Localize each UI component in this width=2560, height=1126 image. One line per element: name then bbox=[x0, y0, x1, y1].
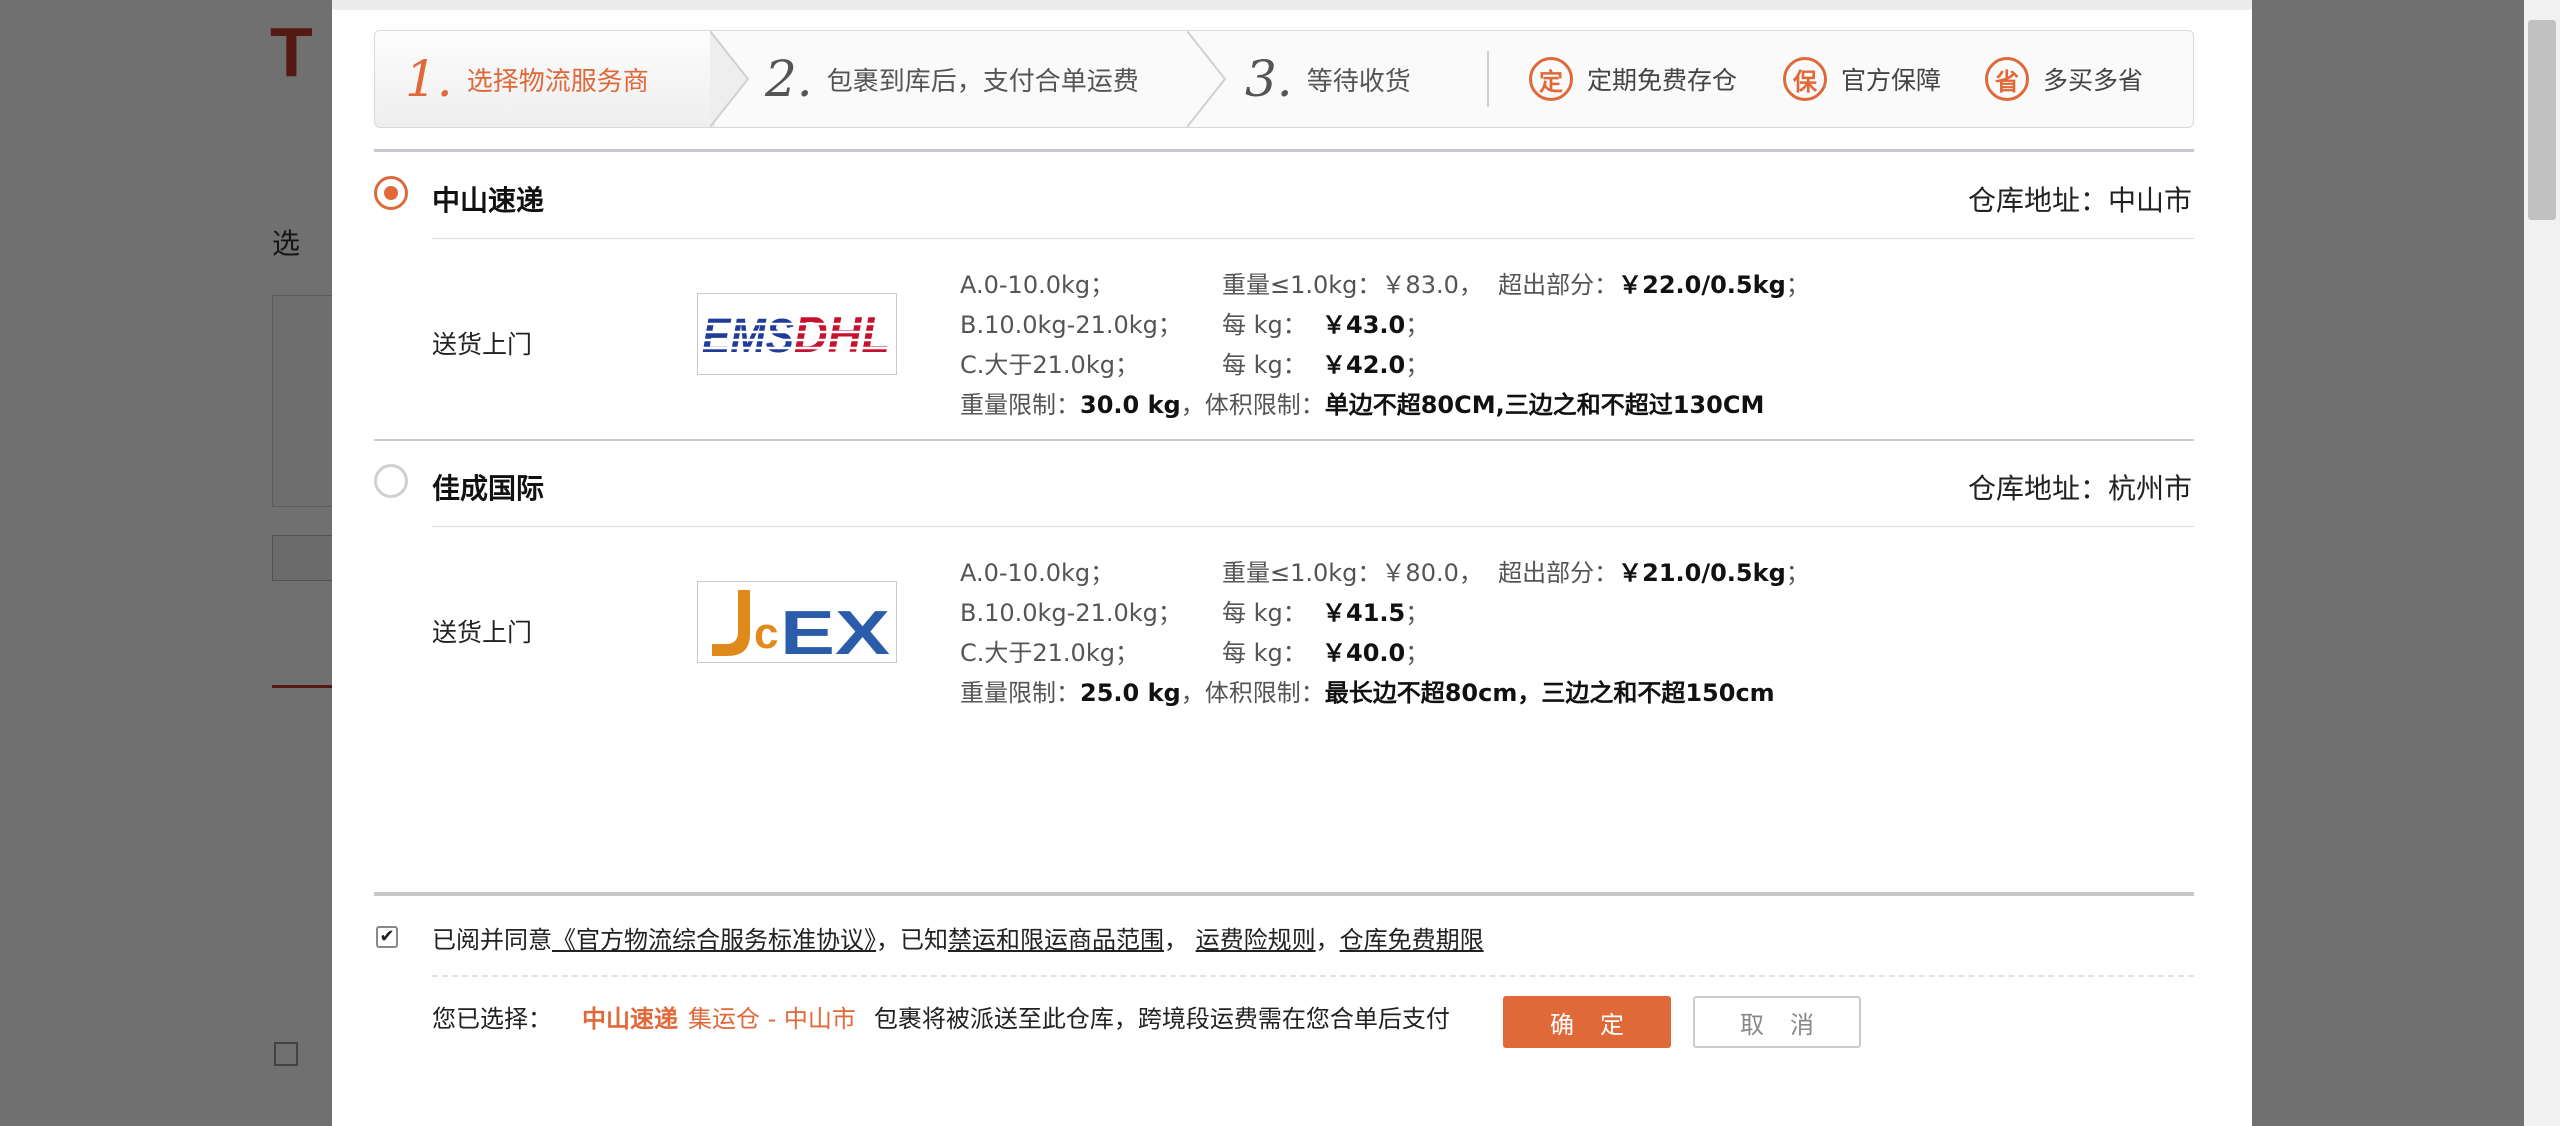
bao-badge-icon: 保 bbox=[1783, 57, 1827, 101]
feature-label: 官方保障 bbox=[1841, 66, 1942, 95]
rate-detail: 每 kg： ￥42.0； bbox=[1222, 351, 1430, 379]
cancel-button[interactable]: 取消 bbox=[1693, 996, 1861, 1048]
feature-label: 多买多省 bbox=[2043, 66, 2144, 95]
service-agreement-link[interactable]: 《官方物流综合服务标准协议》 bbox=[552, 926, 876, 954]
step-3-number: 3. bbox=[1245, 50, 1293, 108]
step-1-label: 选择物流服务商 bbox=[466, 66, 649, 97]
modal-top-edge bbox=[332, 0, 2252, 10]
jcex-logo: c EX bbox=[697, 581, 897, 668]
delivery-method: 送货上门 bbox=[432, 330, 533, 359]
selection-label: 您已选择： bbox=[432, 1005, 552, 1033]
ems-dhl-logo: EMS DHL bbox=[697, 293, 897, 375]
delivery-method: 送货上门 bbox=[432, 618, 533, 647]
step-2-label: 包裹到库后，支付合单运费 bbox=[826, 66, 1139, 97]
scrollbar-thumb[interactable] bbox=[2528, 20, 2556, 220]
step-1-number: 1. bbox=[405, 50, 453, 108]
section-separator bbox=[374, 149, 2194, 152]
feature-free-storage: 定 定期免费存仓 bbox=[1529, 51, 1737, 107]
step-2: 2. 包裹到库后，支付合单运费 bbox=[765, 31, 1185, 127]
section-separator bbox=[374, 439, 2194, 441]
step-1-chevron-icon bbox=[710, 31, 750, 127]
rate-detail: 每 kg： ￥43.0； bbox=[1222, 311, 1430, 339]
progress-steps: 1. 选择物流服务商 2. 包裹到库后，支付合单运费 3. 等待收货 定 定期免… bbox=[374, 30, 2194, 128]
svg-text:DHL: DHL bbox=[794, 306, 890, 364]
step-3-label: 等待收货 bbox=[1306, 66, 1411, 97]
feature-buy-more-save-more: 省 多买多省 bbox=[1985, 51, 2143, 107]
selection-note: 包裹将被派送至此仓库，跨境段运费需在您合单后支付 bbox=[873, 1005, 1450, 1033]
carrier-radio-zhongshan[interactable] bbox=[374, 176, 408, 210]
shipping-insurance-link[interactable]: 运费险规则 bbox=[1196, 926, 1316, 954]
step-2-chevron-icon bbox=[1187, 31, 1227, 127]
rate-range: A.0-10.0kg； bbox=[960, 559, 1115, 587]
weight-volume-limit: 重量限制：30.0 kg，体积限制：单边不超80CM,三边之和不超过130CM bbox=[960, 391, 1765, 419]
sheng-badge-icon: 省 bbox=[1985, 57, 2029, 101]
rate-detail: 重量≤1.0kg：￥83.0， 超出部分：￥22.0/0.5kg； bbox=[1222, 271, 1810, 299]
step-2-number: 2. bbox=[765, 50, 813, 108]
warehouse-free-period-link[interactable]: 仓库免费期限 bbox=[1340, 926, 1484, 954]
svg-text:EMS: EMS bbox=[702, 310, 794, 363]
carrier-name: 中山速递 bbox=[432, 184, 545, 217]
footer-separator bbox=[374, 892, 2194, 896]
rate-range: B.10.0kg-21.0kg； bbox=[960, 599, 1182, 627]
rate-detail: 每 kg： ￥40.0； bbox=[1222, 639, 1430, 667]
selected-carrier: 中山速递 bbox=[582, 1005, 678, 1033]
rate-detail: 每 kg： ￥41.5； bbox=[1222, 599, 1430, 627]
warehouse-address: 仓库地址：杭州市 bbox=[1967, 472, 2192, 505]
carrier-radio-jiacheng[interactable] bbox=[374, 464, 408, 498]
rate-detail: 重量≤1.0kg：￥80.0， 超出部分：￥21.0/0.5kg； bbox=[1222, 559, 1810, 587]
steps-divider bbox=[1487, 51, 1489, 107]
feature-official-guarantee: 保 官方保障 bbox=[1783, 51, 1941, 107]
rate-range: B.10.0kg-21.0kg； bbox=[960, 311, 1182, 339]
svg-text:EX: EX bbox=[780, 599, 890, 662]
selected-warehouse: 集运仓 - 中山市 bbox=[688, 1005, 856, 1033]
rate-range: C.大于21.0kg； bbox=[960, 639, 1139, 667]
rate-range: C.大于21.0kg； bbox=[960, 351, 1139, 379]
rate-range: A.0-10.0kg； bbox=[960, 271, 1115, 299]
step-3: 3. 等待收货 bbox=[1245, 31, 1465, 127]
agreement-text: 已阅并同意《官方物流综合服务标准协议》，已知禁运和限运商品范围， 运费险规则，仓… bbox=[432, 926, 1484, 954]
ding-badge-icon: 定 bbox=[1529, 57, 1573, 101]
logistics-modal: 1. 选择物流服务商 2. 包裹到库后，支付合单运费 3. 等待收货 定 定期免… bbox=[332, 0, 2252, 1126]
feature-label: 定期免费存仓 bbox=[1587, 66, 1738, 95]
carrier-name: 佳成国际 bbox=[432, 472, 545, 505]
step-1: 1. 选择物流服务商 bbox=[375, 31, 715, 127]
svg-text:c: c bbox=[754, 609, 778, 658]
row-divider bbox=[432, 526, 2194, 527]
selection-summary: 您已选择： 中山速递 集运仓 - 中山市 包裹将被派送至此仓库，跨境段运费需在您合单后… bbox=[432, 999, 1450, 1034]
confirm-button[interactable]: 确定 bbox=[1503, 996, 1671, 1048]
weight-volume-limit: 重量限制：25.0 kg，体积限制：最长边不超80cm，三边之和不超150cm bbox=[960, 679, 1775, 707]
agreement-checkbox[interactable]: ✔ bbox=[376, 926, 398, 948]
dashed-divider bbox=[432, 975, 2194, 977]
warehouse-address: 仓库地址：中山市 bbox=[1967, 184, 2192, 217]
prohibited-goods-link[interactable]: 禁运和限运商品范围 bbox=[948, 926, 1164, 954]
row-divider bbox=[432, 238, 2194, 239]
